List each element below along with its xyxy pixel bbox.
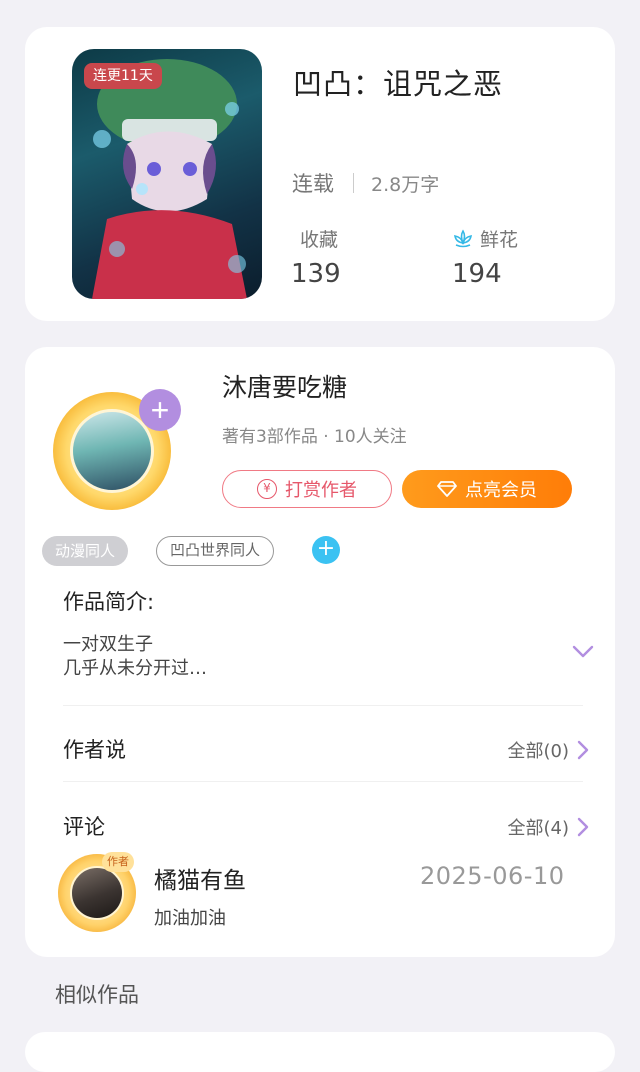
divider	[63, 705, 583, 706]
comments-all-link[interactable]: 全部(4)	[508, 814, 590, 840]
follow-author-button[interactable]: +	[139, 389, 181, 431]
diamond-icon	[437, 481, 457, 497]
flowers-stat[interactable]: 鲜花	[452, 225, 518, 252]
book-status-row: 连载 2.8万字	[292, 168, 439, 198]
yen-icon: ¥	[257, 479, 277, 499]
serial-status: 连载	[292, 172, 334, 196]
book-info-card: 连更11天 凹凸：诅咒之恶 连载 2.8万字 收藏 139 鲜花 194	[25, 27, 615, 321]
commenter-name[interactable]: 橘猫有鱼	[154, 861, 246, 895]
flowers-count: 194	[452, 259, 502, 289]
commenter-avatar[interactable]: 作者	[58, 852, 136, 932]
lotus-icon	[452, 228, 474, 249]
favorites-label: 收藏	[300, 229, 339, 251]
word-count: 2.8万字	[371, 173, 440, 196]
vip-membership-label: 点亮会员	[465, 480, 537, 501]
status-divider	[353, 173, 354, 193]
comments-all-label: 全部(4)	[507, 818, 570, 839]
author-badge: 作者	[102, 852, 134, 872]
intro-line: 一对双生子	[63, 634, 153, 655]
author-name[interactable]: 沐唐要吃糖	[222, 368, 347, 404]
author-meta: 著有3部作品 · 10人关注	[222, 427, 407, 447]
flowers-label: 鲜花	[480, 229, 519, 251]
author-says-all-label: 全部(0)	[507, 741, 570, 762]
book-title: 凹凸：诅咒之恶	[293, 67, 504, 101]
vip-membership-button[interactable]: 点亮会员	[402, 470, 572, 508]
tag-anime-fanfic[interactable]: 动漫同人	[42, 536, 129, 566]
tip-author-button[interactable]: ¥ 打赏作者	[222, 470, 392, 508]
favorites-count: 139	[291, 259, 341, 289]
divider	[63, 781, 583, 782]
tip-author-label: 打赏作者	[285, 480, 357, 501]
author-says-title: 作者说	[63, 738, 126, 762]
chevron-right-icon	[577, 740, 589, 760]
comment-date: 2025-06-10	[420, 862, 565, 890]
comments-title: 评论	[63, 815, 105, 839]
chevron-right-icon	[577, 817, 589, 837]
commenter-avatar-image	[70, 866, 124, 920]
tag-aotu-fanfic[interactable]: 凹凸世界同人	[156, 536, 275, 566]
similar-works-title: 相似作品	[55, 983, 139, 1007]
intro-title: 作品简介:	[63, 590, 155, 614]
chevron-down-icon[interactable]	[572, 644, 594, 663]
intro-line: 几乎从未分开过…	[63, 658, 207, 679]
add-tag-button[interactable]: +	[312, 536, 340, 564]
update-streak-badge: 连更11天	[84, 63, 162, 89]
similar-works-card	[25, 1032, 615, 1072]
author-says-all-link[interactable]: 全部(0)	[508, 737, 590, 763]
author-avatar-image	[70, 409, 154, 493]
book-cover[interactable]: 连更11天	[72, 49, 262, 299]
comment-text: 加油加油	[154, 908, 226, 929]
author-info-card: + 沐唐要吃糖 著有3部作品 · 10人关注 ¥ 打赏作者 点亮会员 动漫同人 …	[25, 347, 615, 957]
